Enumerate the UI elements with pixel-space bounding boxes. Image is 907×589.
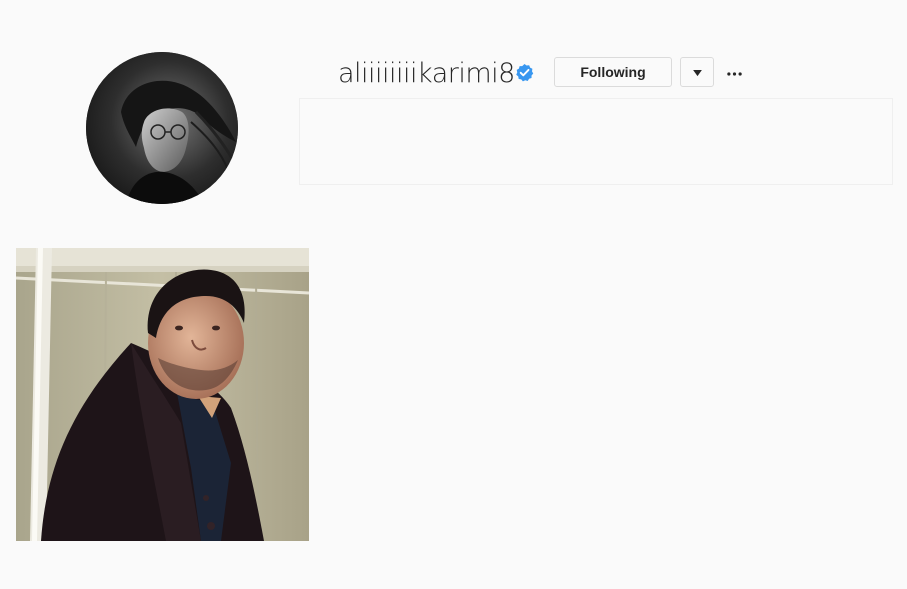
following-button[interactable]: Following [554, 57, 672, 87]
more-options-button[interactable] [722, 60, 746, 84]
avatar-portrait-image [86, 52, 238, 204]
profile-page: aliiiiiiiikarimi8 Following [0, 0, 907, 589]
post-thumbnail[interactable] [16, 248, 309, 541]
profile-avatar[interactable] [86, 52, 238, 204]
caret-down-icon [692, 65, 702, 80]
more-options-icon [726, 63, 742, 81]
profile-info-panel [299, 98, 893, 185]
suggestions-dropdown-button[interactable] [680, 57, 714, 87]
verified-badge-icon [515, 63, 534, 82]
profile-username: aliiiiiiiikarimi8 [338, 58, 515, 89]
post-image [16, 248, 309, 541]
